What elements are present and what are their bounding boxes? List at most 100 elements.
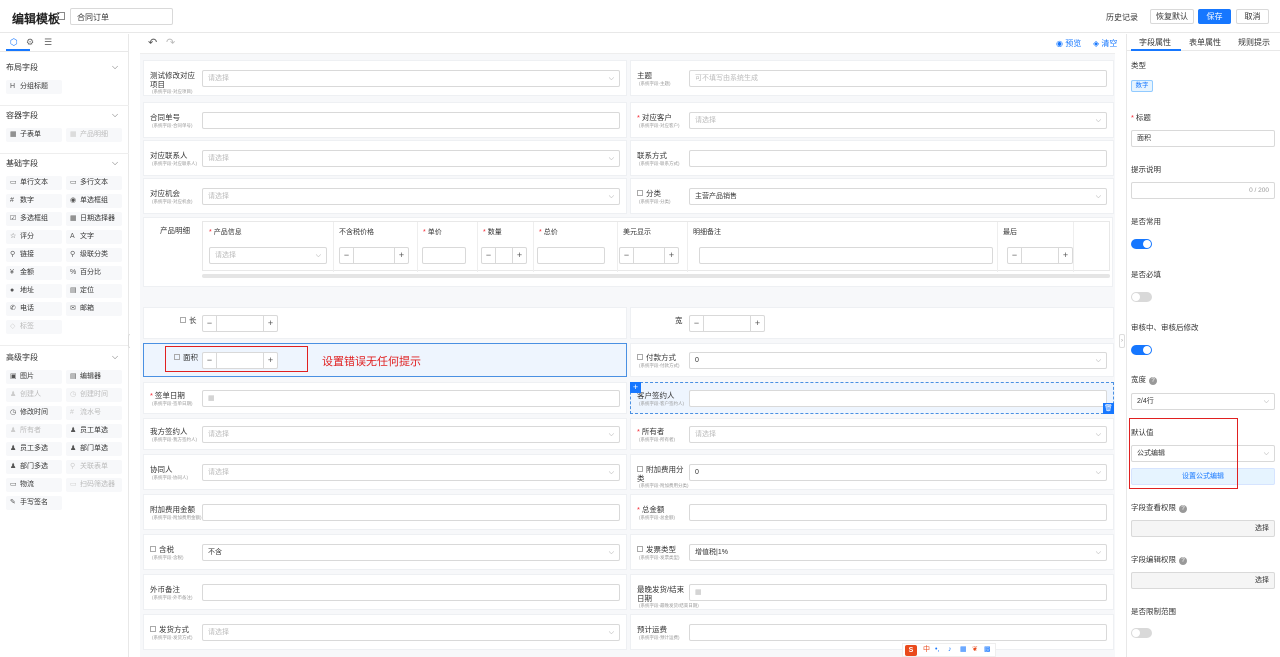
delete-field-icon[interactable]: 🗑 [1103, 403, 1114, 414]
field-cell-total[interactable]: * 总金额 (系统字段-总金额) [630, 494, 1114, 530]
palette-item[interactable]: ♟ 部门多选 [6, 460, 62, 474]
field-cell-collaborator[interactable]: 协同人 (系统字段-协同人) 请选择 ⌵ [143, 454, 627, 490]
field-cell-est-freight[interactable]: 预计运费 (系统字段-预计运费) [630, 614, 1114, 650]
history-link[interactable]: 历史记录 [1106, 12, 1138, 23]
field-input[interactable]: ▦ [202, 390, 620, 407]
product-detail-table[interactable]: 产品明细 * 产品信息 不含税价格 * 单价 * 数量 * 总价 美元显示 明细备注 最后 请选择 ⌵ − + −… [143, 217, 1113, 287]
field-input[interactable]: 增值税|1% ⌵ [689, 544, 1107, 561]
palette-item[interactable]: # 流水号 [66, 406, 122, 420]
editable-toggle[interactable] [1131, 345, 1152, 355]
field-input[interactable]: 主营产品销售 ⌵ [689, 188, 1107, 205]
plus-icon[interactable]: + [394, 248, 408, 263]
field-input[interactable]: 0 ⌵ [689, 352, 1107, 369]
palette-item[interactable]: ▭ 多行文本 [66, 176, 122, 190]
common-toggle[interactable] [1131, 239, 1152, 249]
field-input[interactable]: 请选择 ⌵ [689, 112, 1107, 129]
field-cell-contact-method[interactable]: 联系方式 (系统字段-联系方式) [630, 140, 1114, 176]
field-input[interactable]: 请选择 ⌵ [202, 624, 620, 641]
template-icon[interactable] [57, 12, 65, 20]
palette-item[interactable]: ✎ 手写签名 [6, 496, 62, 510]
field-input[interactable] [689, 624, 1107, 641]
minus-icon[interactable]: − [1008, 248, 1022, 263]
minus-icon[interactable]: − [620, 248, 634, 263]
width-stepper[interactable]: − + [689, 315, 765, 332]
preview-link[interactable]: ◉ 预览 [1056, 38, 1081, 49]
unit-price-input[interactable] [422, 247, 466, 264]
total-price-input[interactable] [537, 247, 605, 264]
field-cell-payment[interactable]: 付款方式 (系统字段-付款方式) 0 ⌵ [630, 343, 1114, 377]
cancel-button[interactable]: 取消 [1236, 9, 1269, 24]
tab-form-properties[interactable]: 表单属性 [1189, 37, 1221, 48]
limit-toggle[interactable] [1131, 628, 1152, 638]
field-cell-subject[interactable]: 主题 (系统字段-主题) 可不填写由系统生成 [630, 60, 1114, 96]
field-cell-width[interactable]: 宽 − + [630, 307, 1114, 339]
product-select[interactable]: 请选择 ⌵ [209, 247, 327, 264]
field-cell-tax[interactable]: 含税 (系统字段-含税) 不含 ⌵ [143, 534, 627, 570]
section-title[interactable]: 容器字段 [6, 110, 38, 121]
palette-item[interactable]: ▦ 子表单 [6, 128, 62, 142]
palette-item[interactable]: ⚲ 关联表单 [66, 460, 122, 474]
save-button[interactable]: 保存 [1198, 9, 1231, 24]
field-cell-proj[interactable]: 测试修改对应项目 (系统字段-对应项目) 请选择 ⌵ [143, 60, 627, 96]
chevron-down-icon[interactable]: ⌵ [112, 110, 118, 120]
restore-default-button[interactable]: 恢复默认 [1150, 9, 1194, 24]
tab-rule-hints[interactable]: 规则提示 [1238, 37, 1270, 48]
add-field-icon[interactable]: + [630, 382, 641, 393]
help-icon[interactable]: ? [1149, 377, 1157, 385]
price-stepper[interactable]: − + [339, 247, 409, 264]
edit-perm-select[interactable]: 选择 [1131, 572, 1275, 589]
field-cell-invoice[interactable]: 发票类型 (系统字段-发票类型) 增值税|1% ⌵ [630, 534, 1114, 570]
palette-item[interactable]: ☑ 多选框组 [6, 212, 62, 226]
palette-item[interactable]: H 分组标题 [6, 80, 62, 94]
field-input[interactable]: 请选择 ⌵ [202, 150, 620, 167]
palette-item[interactable]: ♟ 员工多选 [6, 442, 62, 456]
required-toggle[interactable] [1131, 292, 1152, 302]
plus-icon[interactable]: + [263, 316, 277, 331]
palette-item[interactable]: ⚲ 级联分类 [66, 248, 122, 262]
palette-item[interactable]: # 数字 [6, 194, 62, 208]
help-icon[interactable]: ? [1179, 557, 1187, 565]
field-input[interactable]: 请选择 ⌵ [202, 188, 620, 205]
palette-item[interactable]: ◉ 单选框组 [66, 194, 122, 208]
plus-icon[interactable]: + [750, 316, 764, 331]
detail-note-input[interactable] [699, 247, 993, 264]
help-icon[interactable]: ? [1179, 505, 1187, 513]
ime-toolbar[interactable]: S 中 •, ♪ ▦ ❦ ▩ [902, 643, 996, 657]
palette-item[interactable]: ☆ 评分 [6, 230, 62, 244]
field-cell-contact[interactable]: 对应联系人 (系统字段-对应联系人) 请选择 ⌵ [143, 140, 627, 176]
field-cell-contract-no[interactable]: 合同单号 (系统字段-合同单号) [143, 102, 627, 138]
field-input[interactable] [202, 504, 620, 521]
section-title[interactable]: 高级字段 [6, 352, 38, 363]
field-cell-extra-fee[interactable]: 附加费用分类 (系统字段-附加费用分类) 0 ⌵ [630, 454, 1114, 490]
field-cell-extra-amount[interactable]: 附加费用金额 (系统字段-附加费用金额) [143, 494, 627, 530]
palette-item[interactable]: ● 地址 [6, 284, 62, 298]
field-cell-customer[interactable]: * 对应客户 (系统字段-对应客户) 请选择 ⌵ [630, 102, 1114, 138]
minus-icon[interactable]: − [340, 248, 354, 263]
template-name-input[interactable]: 合同订单 [70, 8, 173, 25]
palette-item[interactable]: ⚲ 链接 [6, 248, 62, 262]
field-cell-area[interactable]: 面积 − + 设置错误无任何提示 [143, 343, 627, 377]
palette-item[interactable]: ▦ 日期选择器 [66, 212, 122, 226]
tab-field-properties[interactable]: 字段属性 [1139, 37, 1171, 48]
palette-item[interactable]: ✆ 电话 [6, 302, 62, 316]
field-cell-opportunity[interactable]: 对应机会 (系统字段-对应机会) 请选择 ⌵ [143, 178, 627, 214]
width-select[interactable]: 2/4行 ⌵ [1131, 393, 1275, 410]
view-perm-select[interactable]: 选择 [1131, 520, 1275, 537]
quantity-stepper[interactable]: − + [481, 247, 527, 264]
field-input[interactable] [202, 584, 620, 601]
outline-icon[interactable]: ☰ [44, 37, 52, 48]
chevron-down-icon[interactable]: ⌵ [112, 158, 118, 168]
palette-item[interactable]: ▭ 扫码筛选器 [66, 478, 122, 492]
palette-item[interactable]: % 百分比 [66, 266, 122, 280]
undo-icon[interactable]: ↶ [148, 36, 157, 49]
minus-icon[interactable]: − [690, 316, 704, 331]
field-input[interactable]: 可不填写由系统生成 [689, 70, 1107, 87]
minus-icon[interactable]: − [482, 248, 496, 263]
field-input[interactable]: 不含 ⌵ [202, 544, 620, 561]
chevron-down-icon[interactable]: ⌵ [112, 62, 118, 72]
field-input[interactable] [202, 112, 620, 129]
field-input[interactable]: 请选择 ⌵ [689, 426, 1107, 443]
palette-item[interactable]: ♟ 部门单选 [66, 442, 122, 456]
field-cell-ship-method[interactable]: 发货方式 (系统字段-发货方式) 请选择 ⌵ [143, 614, 627, 650]
field-cell-customer-signer[interactable]: 客户签约人 (系统字段-客户签约人) + 🗑 [630, 382, 1114, 414]
